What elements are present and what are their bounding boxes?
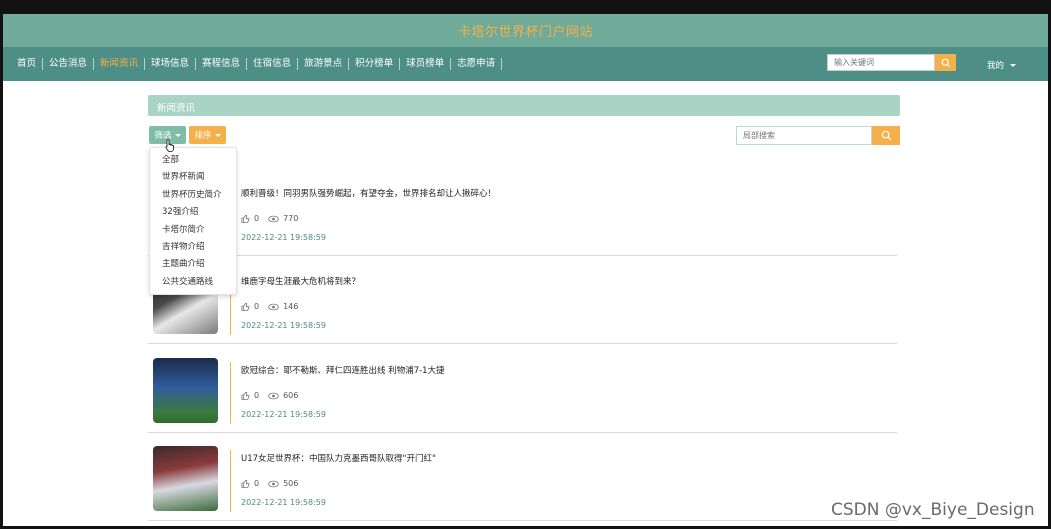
news-list-item[interactable]: 顺利晋级！同羽男队强势崛起，有望夺金，世界排名却让人揪碎心！ 0 770 202… <box>148 167 897 256</box>
nav-item-notices[interactable]: 公告消息 <box>43 58 95 70</box>
news-date: 2022-12-21 19:58:59 <box>241 321 326 330</box>
nav-item-volunteer[interactable]: 志愿申请 <box>451 58 503 70</box>
like-count: 0 <box>254 391 260 400</box>
news-stats: 0 506 <box>241 479 298 488</box>
top-search <box>827 54 956 71</box>
main-navbar: 首页 公告消息 新闻资讯 球场信息 赛程信息 住宿信息 旅游景点 积分榜单 球员… <box>3 47 1048 81</box>
filter-option-history[interactable]: 世界杯历史简介 <box>150 187 236 204</box>
nav-item-players[interactable]: 球员榜单 <box>400 58 452 70</box>
divider <box>230 362 231 424</box>
eye-icon <box>268 392 279 399</box>
news-stats: 0 146 <box>241 302 298 311</box>
news-title[interactable]: 维鹿字母生涯最大危机将到来？ <box>241 275 360 287</box>
news-thumbnail[interactable] <box>153 358 218 423</box>
thumbs-up-icon <box>241 391 250 400</box>
filter-option-transit[interactable]: 公共交通路线 <box>150 274 236 291</box>
news-title[interactable]: 欧冠综合：耶不勒斯、拜仁四连胜出线 利物浦7-1大捷 <box>241 364 445 376</box>
like-count: 0 <box>254 302 260 311</box>
nav-item-standings[interactable]: 积分榜单 <box>349 58 401 70</box>
news-stats: 0 606 <box>241 391 298 400</box>
nav-item-stadiums[interactable]: 球场信息 <box>145 58 197 70</box>
news-list-item[interactable]: U17女足世界杯：中国队力克墨西哥队取得"开门红" 0 506 2022-12-… <box>148 432 897 521</box>
news-list-item[interactable]: 欧冠综合：耶不勒斯、拜仁四连胜出线 利物浦7-1大捷 0 606 2022-12… <box>148 344 897 433</box>
sort-button-label: 排序 <box>194 131 212 141</box>
page-title: 新闻资讯 <box>157 103 196 114</box>
thumbs-up-icon <box>241 479 250 488</box>
view-count: 606 <box>283 391 299 400</box>
site-title: 卡塔尔世界杯门户网站 <box>457 25 593 40</box>
divider <box>230 450 231 512</box>
view-count: 506 <box>283 479 299 488</box>
browser-frame: 卡塔尔世界杯门户网站 首页 公告消息 新闻资讯 球场信息 赛程信息 住宿信息 旅… <box>0 0 1051 529</box>
user-menu-label: 我的 <box>987 61 1005 71</box>
local-search-button[interactable] <box>872 126 900 145</box>
filter-option-qatar[interactable]: 卡塔尔简介 <box>150 222 236 239</box>
nav-item-lodging[interactable]: 住宿信息 <box>247 58 299 70</box>
like-count: 0 <box>254 214 260 223</box>
caret-down-icon <box>1010 63 1017 67</box>
view-count: 146 <box>283 302 299 311</box>
news-stats: 0 770 <box>241 214 298 223</box>
mouse-pointer-icon <box>165 138 174 152</box>
filter-dropdown-menu: 全部 世界杯新闻 世界杯历史简介 32强介绍 卡塔尔简介 吉祥物介绍 主题曲介绍… <box>149 147 237 295</box>
filter-option-mascot[interactable]: 吉祥物介绍 <box>150 239 236 256</box>
eye-icon <box>268 215 279 222</box>
sort-button[interactable]: 排序 <box>189 126 226 144</box>
eye-icon <box>268 480 279 487</box>
news-date: 2022-12-21 19:58:59 <box>241 233 326 242</box>
top-search-button[interactable] <box>935 54 956 71</box>
nav-item-attractions[interactable]: 旅游景点 <box>298 58 350 70</box>
filter-option-theme-song[interactable]: 主题曲介绍 <box>150 256 236 273</box>
thumbs-up-icon <box>241 214 250 223</box>
filter-option-all[interactable]: 全部 <box>150 152 236 169</box>
local-search-input[interactable] <box>736 126 872 145</box>
search-icon <box>881 130 891 141</box>
nav-item-news[interactable]: 新闻资讯 <box>94 58 146 70</box>
watermark: CSDN @vx_Biye_Design <box>831 500 1035 520</box>
news-title[interactable]: 顺利晋级！同羽男队强势崛起，有望夺金，世界排名却让人揪碎心！ <box>241 187 496 199</box>
news-thumbnail[interactable] <box>153 446 218 511</box>
search-icon <box>941 58 950 67</box>
filter-option-worldcup-news[interactable]: 世界杯新闻 <box>150 169 236 186</box>
nav-item-home[interactable]: 首页 <box>3 58 44 70</box>
like-count: 0 <box>254 479 260 488</box>
top-search-input[interactable] <box>827 54 935 71</box>
top-banner: 卡塔尔世界杯门户网站 <box>3 14 1048 47</box>
thumbs-up-icon <box>241 302 250 311</box>
local-search <box>736 126 900 145</box>
caret-down-icon <box>174 133 181 137</box>
eye-icon <box>268 303 279 310</box>
news-date: 2022-12-21 19:58:59 <box>241 410 326 419</box>
user-menu[interactable]: 我的 <box>987 59 1017 71</box>
caret-down-icon <box>214 133 221 137</box>
page-title-bar: 新闻资讯 <box>148 95 900 116</box>
view-count: 770 <box>283 214 299 223</box>
news-list-item[interactable]: 维鹿字母生涯最大危机将到来？ 0 146 2022-12-21 19:58:59 <box>148 255 897 344</box>
nav-item-schedule[interactable]: 赛程信息 <box>196 58 248 70</box>
filter-option-top32[interactable]: 32强介绍 <box>150 204 236 221</box>
news-date: 2022-12-21 19:58:59 <box>241 498 326 507</box>
news-title[interactable]: U17女足世界杯：中国队力克墨西哥队取得"开门红" <box>241 452 436 464</box>
